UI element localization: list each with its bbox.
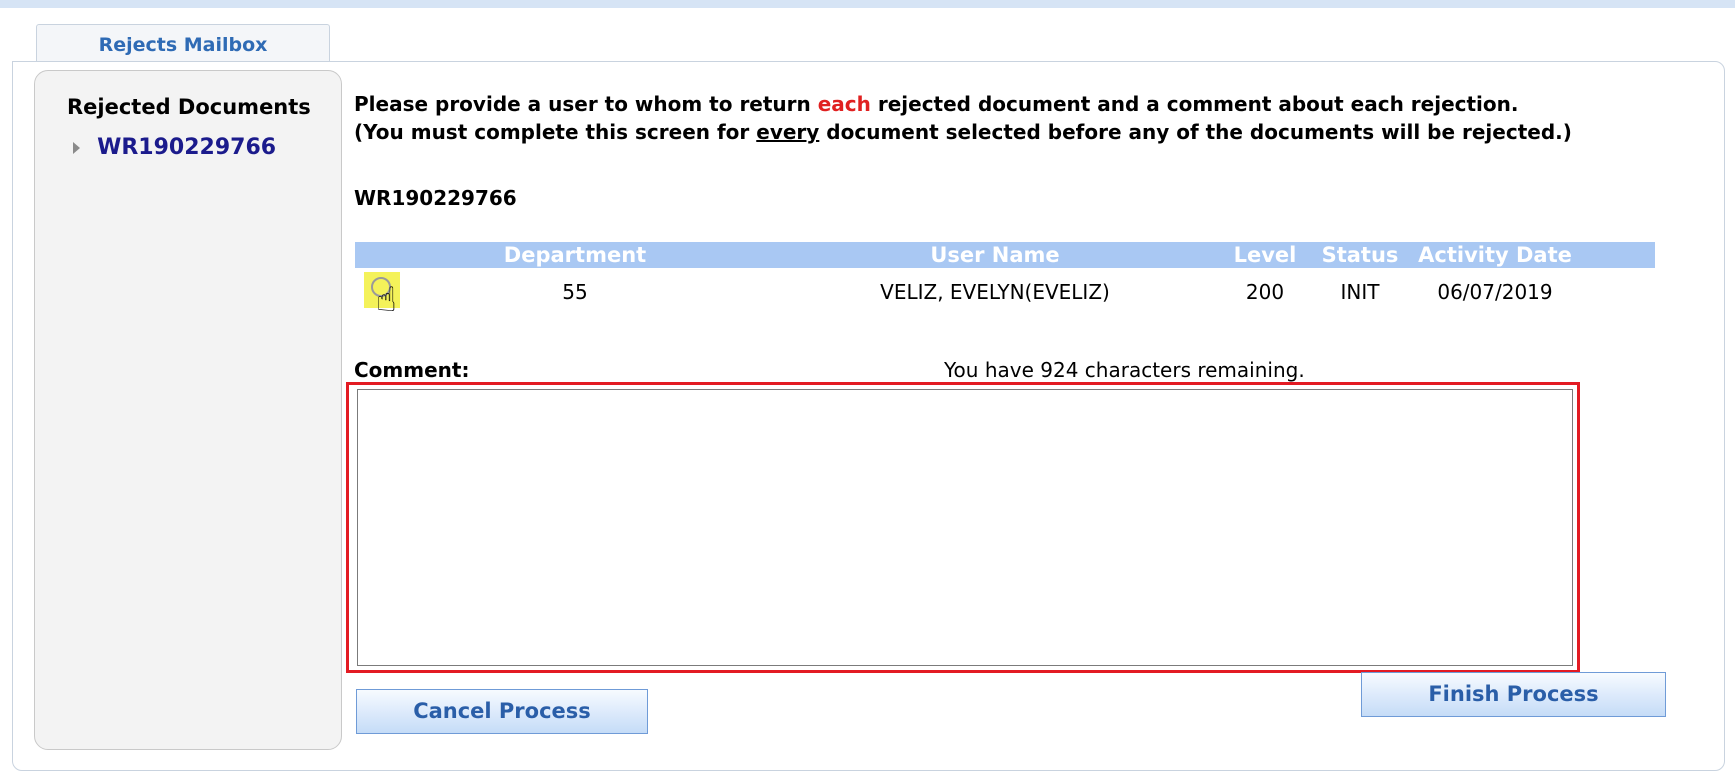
column-header-user-name: User Name <box>930 243 1060 267</box>
sidebar-title: Rejected Documents <box>67 95 311 119</box>
user-grid: Department User Name Level Status Activi… <box>355 242 1655 326</box>
comment-textarea[interactable] <box>357 389 1573 666</box>
tab-strip: Rejects Mailbox <box>0 8 1735 70</box>
instruction-emphasis-every: every <box>756 120 820 144</box>
cell-department: 55 <box>562 280 588 304</box>
sidebar-item-label[interactable]: WR190229766 <box>97 135 276 160</box>
cell-user-name: VELIZ, EVELYN(EVELIZ) <box>880 280 1110 304</box>
instruction-emphasis-each: each <box>817 92 871 116</box>
cell-activity-date: 06/07/2019 <box>1437 280 1553 304</box>
characters-remaining: You have 924 characters remaining. <box>944 358 1305 382</box>
hand-pointer-icon: ☝ <box>376 280 397 320</box>
comment-label: Comment: <box>354 358 470 382</box>
instruction-text: rejected document and a comment about ea… <box>870 92 1519 116</box>
instruction-line-1: Please provide a user to whom to return … <box>354 92 1518 116</box>
instruction-text: Please provide a user to whom to return <box>354 92 818 116</box>
top-border <box>0 0 1735 8</box>
column-header-activity-date: Activity Date <box>1418 243 1572 267</box>
cancel-process-button[interactable]: Cancel Process <box>356 689 648 734</box>
finish-process-button[interactable]: Finish Process <box>1361 672 1666 717</box>
document-id-heading: WR190229766 <box>354 186 517 210</box>
instruction-line-2: (You must complete this screen for every… <box>354 120 1572 144</box>
instruction-text: document selected before any of the docu… <box>819 120 1572 144</box>
triangle-right-icon <box>73 141 80 154</box>
sidebar-item-document[interactable]: WR190229766 <box>73 135 276 160</box>
instruction-text: (You must complete this screen for <box>354 120 757 144</box>
column-header-department: Department <box>503 243 647 267</box>
sidebar: Rejected Documents WR190229766 <box>34 70 342 750</box>
grid-header: Department User Name Level Status Activi… <box>355 242 1655 268</box>
